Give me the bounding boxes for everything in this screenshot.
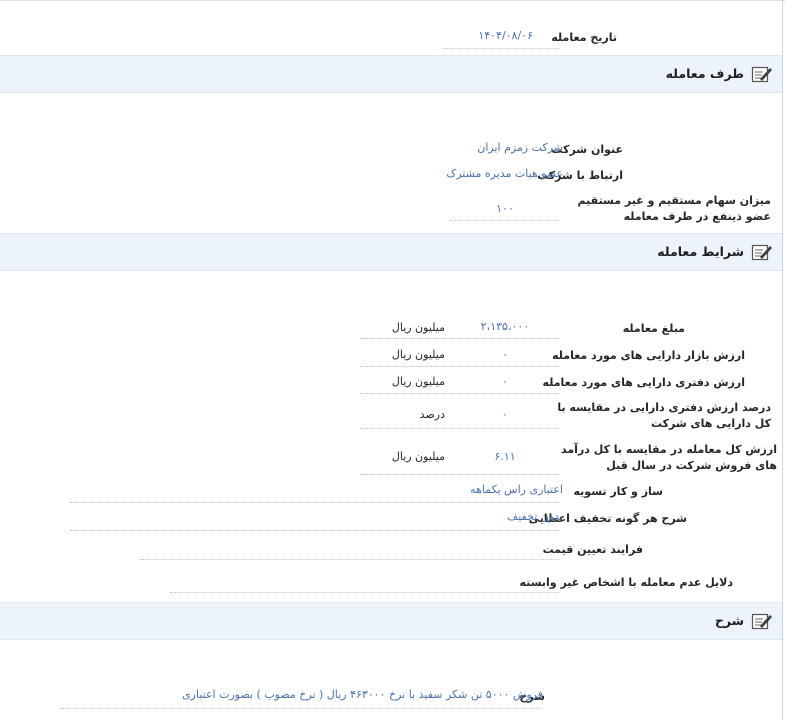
book-value-underline <box>360 393 560 394</box>
amount-unit: میلیون ریال <box>391 321 445 334</box>
share-label: میزان سهام مستقیم و غیر مستقیم عضو ذینفع… <box>577 194 771 223</box>
revenue-ratio-underline <box>360 474 560 475</box>
market-value-unit: میلیون ریال <box>391 348 445 361</box>
book-value-unit: میلیون ریال <box>391 375 445 388</box>
revenue-ratio-value: ۶.۱۱ <box>494 450 516 463</box>
book-percent-unit: درصد <box>419 408 445 421</box>
reasons-underline <box>170 592 560 593</box>
revenue-ratio-label: ارزش کل معامله در مقایسه با کل درآمد های… <box>561 443 777 472</box>
date-underline <box>443 48 560 49</box>
book-percent-value: ۰ <box>502 408 508 421</box>
top-border <box>0 0 785 1</box>
pricing-underline <box>140 559 560 560</box>
description-section-header: شرح <box>0 602 782 640</box>
amount-underline <box>360 338 560 339</box>
relation-value: عضو هیات مدیره مشترک <box>446 167 563 180</box>
right-border <box>782 0 783 720</box>
terms-title: شرایط معامله <box>657 244 744 259</box>
date-value: ۱۴۰۴/۰۸/۰۶ <box>478 29 533 42</box>
description-underline <box>60 708 540 709</box>
pricing-label: فرایند تعیین قیمت <box>542 543 643 556</box>
description-title: شرح <box>714 613 744 628</box>
edit-note-icon <box>751 244 772 261</box>
book-percent-label: درصد ارزش دفتری دارایی در مقایسه با کل د… <box>557 401 771 430</box>
book-percent-underline <box>360 428 560 429</box>
share-underline <box>450 220 560 221</box>
settlement-value: اعتباری راس یکماهه <box>470 483 563 496</box>
market-value-value: ۰ <box>502 348 508 361</box>
counterparty-title: طرف معامله <box>665 66 744 81</box>
description-value: فروش ۵۰۰۰ تن شکر سفید با نرخ ۴۶۳۰۰۰ ریال… <box>182 688 543 701</box>
amount-value: ۲،۱۳۵،۰۰۰ <box>480 320 530 333</box>
revenue-ratio-unit: میلیون ریال <box>391 450 445 463</box>
settlement-underline <box>70 502 560 503</box>
edit-note-icon <box>751 66 772 83</box>
discount-underline <box>70 530 560 531</box>
counterparty-section-header: طرف معامله <box>0 55 782 93</box>
edit-note-icon <box>751 613 772 630</box>
company-value: شرکت زمزم ایران <box>477 141 563 154</box>
book-value-value: ۰ <box>502 375 508 388</box>
market-value-underline <box>360 366 560 367</box>
terms-section-header: شرایط معامله <box>0 233 782 271</box>
share-value: ۱۰۰ <box>496 202 514 215</box>
discount-value: بدون تخفیف <box>506 510 563 523</box>
reasons-label: دلایل عدم معامله با اشخاص غیر وابسته <box>519 576 733 589</box>
